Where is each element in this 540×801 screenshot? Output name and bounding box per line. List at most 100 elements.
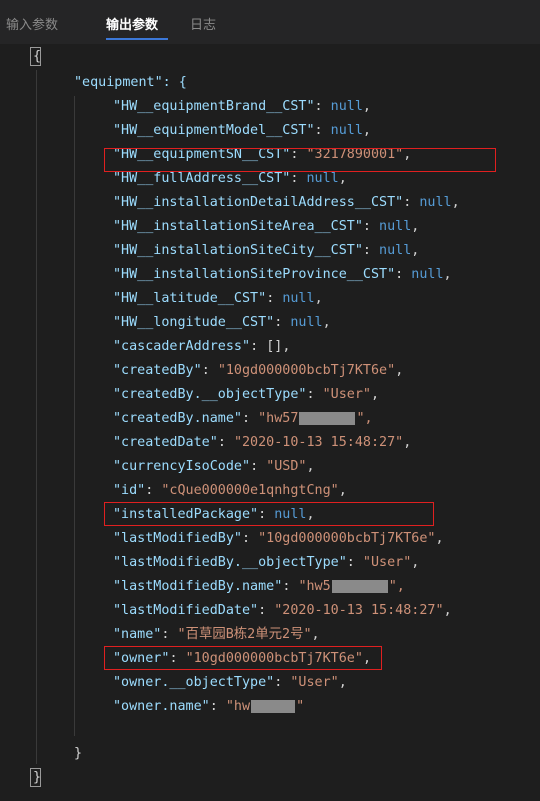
code-line: "lastModifiedDate": "2020-10-13 15:48:27…	[113, 599, 452, 622]
json-value: "百草园B栋2单元2号"	[177, 627, 312, 642]
code-line: "HW__installationSiteArea__CST": null,	[113, 215, 419, 238]
json-separator: :	[145, 483, 162, 498]
json-punctuation: ,	[322, 315, 331, 330]
json-separator: :	[250, 459, 267, 474]
code-line: "HW__installationSiteProvince__CST": nul…	[113, 263, 452, 286]
code-line: "HW__equipmentModel__CST": null,	[113, 119, 371, 142]
json-key: "HW__installationSiteProvince__CST"	[113, 267, 396, 282]
json-value: "hw5	[298, 579, 331, 594]
json-key: "owner.name"	[113, 699, 210, 714]
json-key: "HW__equipmentModel__CST"	[113, 123, 315, 138]
json-key: "currencyIsoCode"	[113, 459, 251, 474]
json-punctuation: ,	[411, 555, 420, 570]
code-line: "HW__installationSiteCity__CST": null,	[113, 239, 419, 262]
code-line: "lastModifiedBy.__objectType": "User",	[113, 551, 419, 574]
json-value: null	[330, 99, 363, 114]
json-separator: :	[201, 363, 218, 378]
json-value: []	[266, 339, 283, 354]
code-line-equipment-close: }	[74, 746, 83, 761]
json-key: "lastModifiedBy"	[113, 531, 242, 546]
code-line: "HW__installationDetailAddress__CST": nu…	[113, 191, 460, 214]
indent-guide	[74, 96, 75, 736]
tab-output-params[interactable]: 输出参数	[106, 14, 158, 33]
json-punctuation: ,	[395, 363, 404, 378]
code-line: "lastModifiedBy": "10gd000000bcbTj7KT6e"…	[113, 527, 444, 550]
json-separator: :	[217, 435, 234, 450]
json-punctuation: ,	[370, 387, 380, 402]
json-key: "createdBy.name"	[113, 411, 242, 426]
json-punctuation: ,	[362, 99, 371, 114]
json-key: "createdBy"	[113, 363, 202, 378]
tab-log[interactable]: 日志	[190, 14, 216, 33]
json-punctuation: ,	[451, 195, 460, 210]
json-value: null	[306, 171, 339, 186]
json-separator: :	[395, 267, 412, 282]
json-separator: :	[209, 699, 226, 714]
json-separator: :	[242, 531, 259, 546]
redaction-mask	[299, 411, 356, 425]
json-value: "2020-10-13 15:48:27"	[233, 435, 404, 450]
code-line: "id": "cQue000000e1qnhgtCng",	[113, 479, 347, 502]
json-value: "2020-10-13 15:48:27"	[274, 603, 444, 618]
json-separator: :	[242, 411, 259, 426]
json-separator: :	[274, 675, 291, 690]
json-punctuation: ,	[311, 627, 320, 642]
code-line: "cascaderAddress": [],	[113, 335, 290, 358]
json-viewer[interactable]: { "equipment": { "HW__equipmentBrand__CS…	[0, 44, 540, 801]
json-punctuation: ,	[443, 267, 452, 282]
json-punctuation: ,	[411, 219, 420, 234]
json-value: "10gd000000bcbTj7KT6e"	[258, 531, 436, 546]
code-line: "createdBy.__objectType": "User",	[113, 383, 379, 406]
json-value: "User"	[290, 675, 339, 690]
json-punctuation: ,	[338, 483, 347, 498]
json-separator: :	[258, 603, 275, 618]
code-line: "owner.__objectType": "User",	[113, 671, 347, 694]
json-value: null	[379, 243, 412, 258]
json-separator: :	[314, 123, 331, 138]
code-line: "name": "百草园B栋2单元2号",	[113, 623, 320, 646]
json-key: "cascaderAddress"	[113, 339, 251, 354]
json-key: "owner.__objectType"	[113, 675, 275, 690]
json-value: null	[419, 195, 452, 210]
json-key: "createdDate"	[113, 435, 218, 450]
code-line: "HW__equipmentBrand__CST": null,	[113, 95, 371, 118]
code-line: "createdDate": "2020-10-13 15:48:27",	[113, 431, 411, 454]
code-line: "createdBy": "10gd000000bcbTj7KT6e",	[113, 359, 403, 382]
json-value: "cQue000000e1qnhgtCng"	[161, 483, 339, 498]
json-punctuation: ,	[338, 171, 347, 186]
code-line: "HW__longitude__CST": null,	[113, 311, 331, 334]
code-line-open-brace: {	[33, 49, 42, 64]
json-separator: :	[282, 579, 299, 594]
highlight-box-equipment-sn	[104, 148, 496, 172]
json-separator: :	[274, 315, 291, 330]
code-line: "HW__latitude__CST": null,	[113, 287, 323, 310]
json-punctuation: ,	[443, 603, 452, 618]
json-punctuation: ",	[356, 411, 373, 426]
json-punctuation: "	[296, 699, 305, 714]
tab-bar: 输入参数 输出参数 日志	[0, 0, 540, 44]
tab-input-params[interactable]: 输入参数	[6, 14, 58, 33]
code-line-equipment-open: "equipment": {	[74, 75, 187, 90]
json-value: "hw	[225, 699, 251, 714]
json-separator: :	[306, 387, 323, 402]
json-key: "lastModifiedDate"	[113, 603, 259, 618]
redaction-mask	[251, 699, 296, 713]
indent-guide	[36, 70, 37, 764]
json-value: "hw57	[258, 411, 299, 426]
json-punctuation: ,	[306, 459, 315, 474]
highlight-box-name	[104, 646, 382, 670]
code-line: "currencyIsoCode": "USD",	[113, 455, 315, 478]
code-line: "lastModifiedBy.name": "hw5 ",	[113, 575, 405, 598]
json-separator: :	[403, 195, 420, 210]
json-key: "HW__longitude__CST"	[113, 315, 275, 330]
code-line: "owner.name": "hw "	[113, 695, 304, 718]
json-key: "HW__fullAddress__CST"	[113, 171, 291, 186]
json-punctuation: ",	[388, 579, 405, 594]
json-separator: :	[290, 171, 307, 186]
json-value: null	[330, 123, 363, 138]
json-separator: :	[161, 627, 178, 642]
json-key: "createdBy.__objectType"	[113, 387, 307, 402]
redaction-mask	[331, 579, 388, 593]
json-punctuation: ,	[362, 123, 371, 138]
json-key: "HW__installationSiteArea__CST"	[113, 219, 363, 234]
